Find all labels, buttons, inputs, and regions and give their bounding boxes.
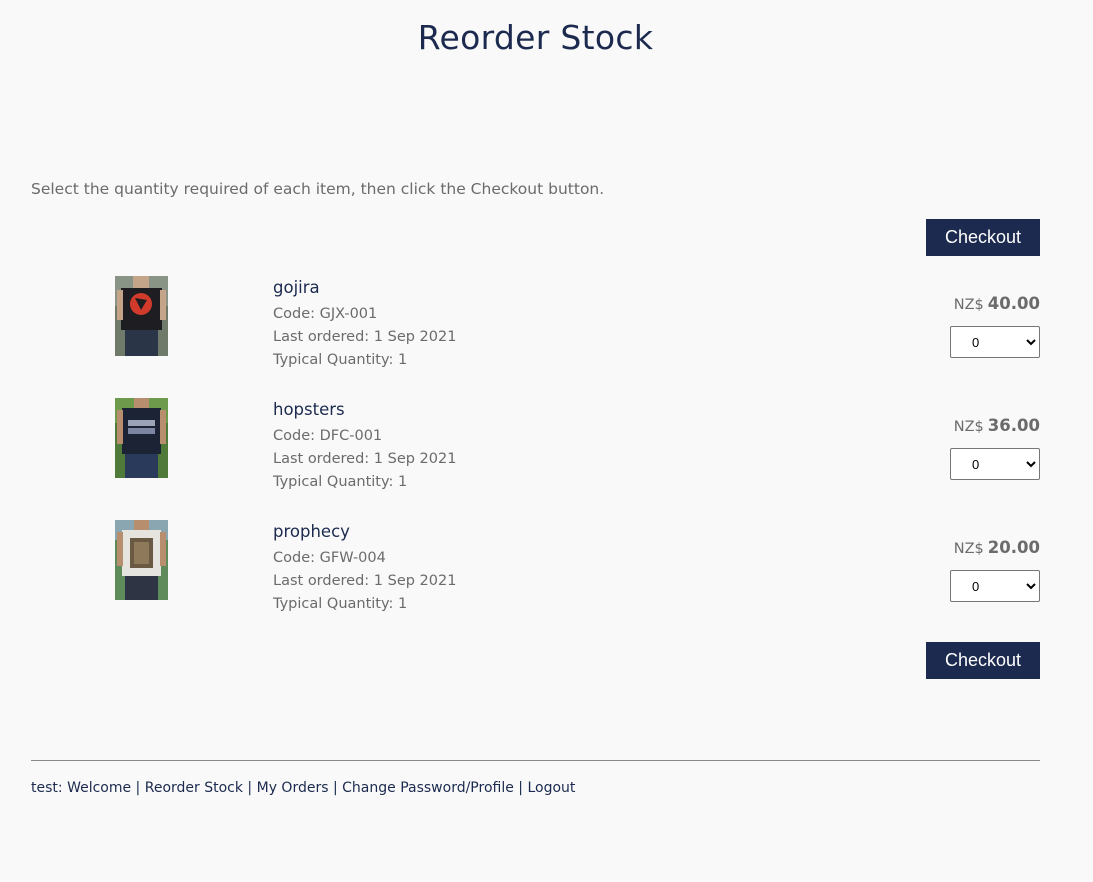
footer-link-welcome[interactable]: Welcome: [67, 780, 131, 796]
footer-link-change-password-profile[interactable]: Change Password/Profile: [342, 780, 514, 796]
footer-separator: |: [131, 780, 145, 796]
product-row-gojira: gojira Code: GJX-001 Last ordered: 1 Sep…: [0, 276, 1093, 386]
footer-link-reorder-stock[interactable]: Reorder Stock: [145, 780, 243, 796]
quantity-select-prophecy[interactable]: 0: [950, 570, 1040, 602]
product-image-gojira[interactable]: [115, 276, 168, 356]
product-typical-quantity: Typical Quantity: 1: [273, 596, 408, 612]
price-amount: 40.00: [987, 294, 1040, 313]
product-row-hopsters: hopsters Code: DFC-001 Last ordered: 1 S…: [0, 398, 1093, 508]
product-price: NZ$ 20.00: [954, 538, 1040, 557]
price-amount: 20.00: [987, 538, 1040, 557]
checkout-button-bottom[interactable]: Checkout: [926, 642, 1040, 679]
product-price: NZ$ 36.00: [954, 416, 1040, 435]
product-last-ordered: Last ordered: 1 Sep 2021: [273, 329, 457, 345]
product-image-prophecy[interactable]: [115, 520, 168, 600]
footer-nav: test: Welcome | Reorder Stock | My Order…: [31, 780, 575, 796]
product-row-prophecy: prophecy Code: GFW-004 Last ordered: 1 S…: [0, 520, 1093, 630]
product-typical-quantity: Typical Quantity: 1: [273, 352, 408, 368]
product-last-ordered: Last ordered: 1 Sep 2021: [273, 573, 457, 589]
product-typical-quantity: Typical Quantity: 1: [273, 474, 408, 490]
product-last-ordered: Last ordered: 1 Sep 2021: [273, 451, 457, 467]
price-currency: NZ$: [953, 297, 984, 313]
footer-link-logout[interactable]: Logout: [527, 780, 575, 796]
footer-separator: |: [328, 780, 343, 796]
footer-divider: [31, 760, 1040, 761]
footer-separator: |: [513, 780, 528, 796]
instructions-text: Select the quantity required of each ite…: [31, 180, 605, 198]
page-title: Reorder Stock: [417, 18, 654, 57]
price-amount: 36.00: [987, 416, 1040, 435]
product-code: Code: DFC-001: [273, 428, 383, 444]
footer-user-prefix: test:: [31, 780, 68, 796]
product-price: NZ$ 40.00: [954, 294, 1040, 313]
quantity-select-hopsters[interactable]: 0: [950, 448, 1040, 480]
quantity-select-gojira[interactable]: 0: [950, 326, 1040, 358]
product-name: hopsters: [273, 400, 345, 419]
price-currency: NZ$: [953, 419, 984, 435]
product-code: Code: GFW-004: [273, 550, 386, 566]
product-name: gojira: [273, 278, 320, 297]
product-code: Code: GJX-001: [273, 306, 378, 322]
product-name: prophecy: [273, 522, 350, 541]
price-currency: NZ$: [953, 541, 984, 557]
footer-link-my-orders[interactable]: My Orders: [257, 780, 329, 796]
footer-separator: |: [242, 780, 257, 796]
product-image-hopsters[interactable]: [115, 398, 168, 478]
checkout-button-top[interactable]: Checkout: [926, 219, 1040, 256]
